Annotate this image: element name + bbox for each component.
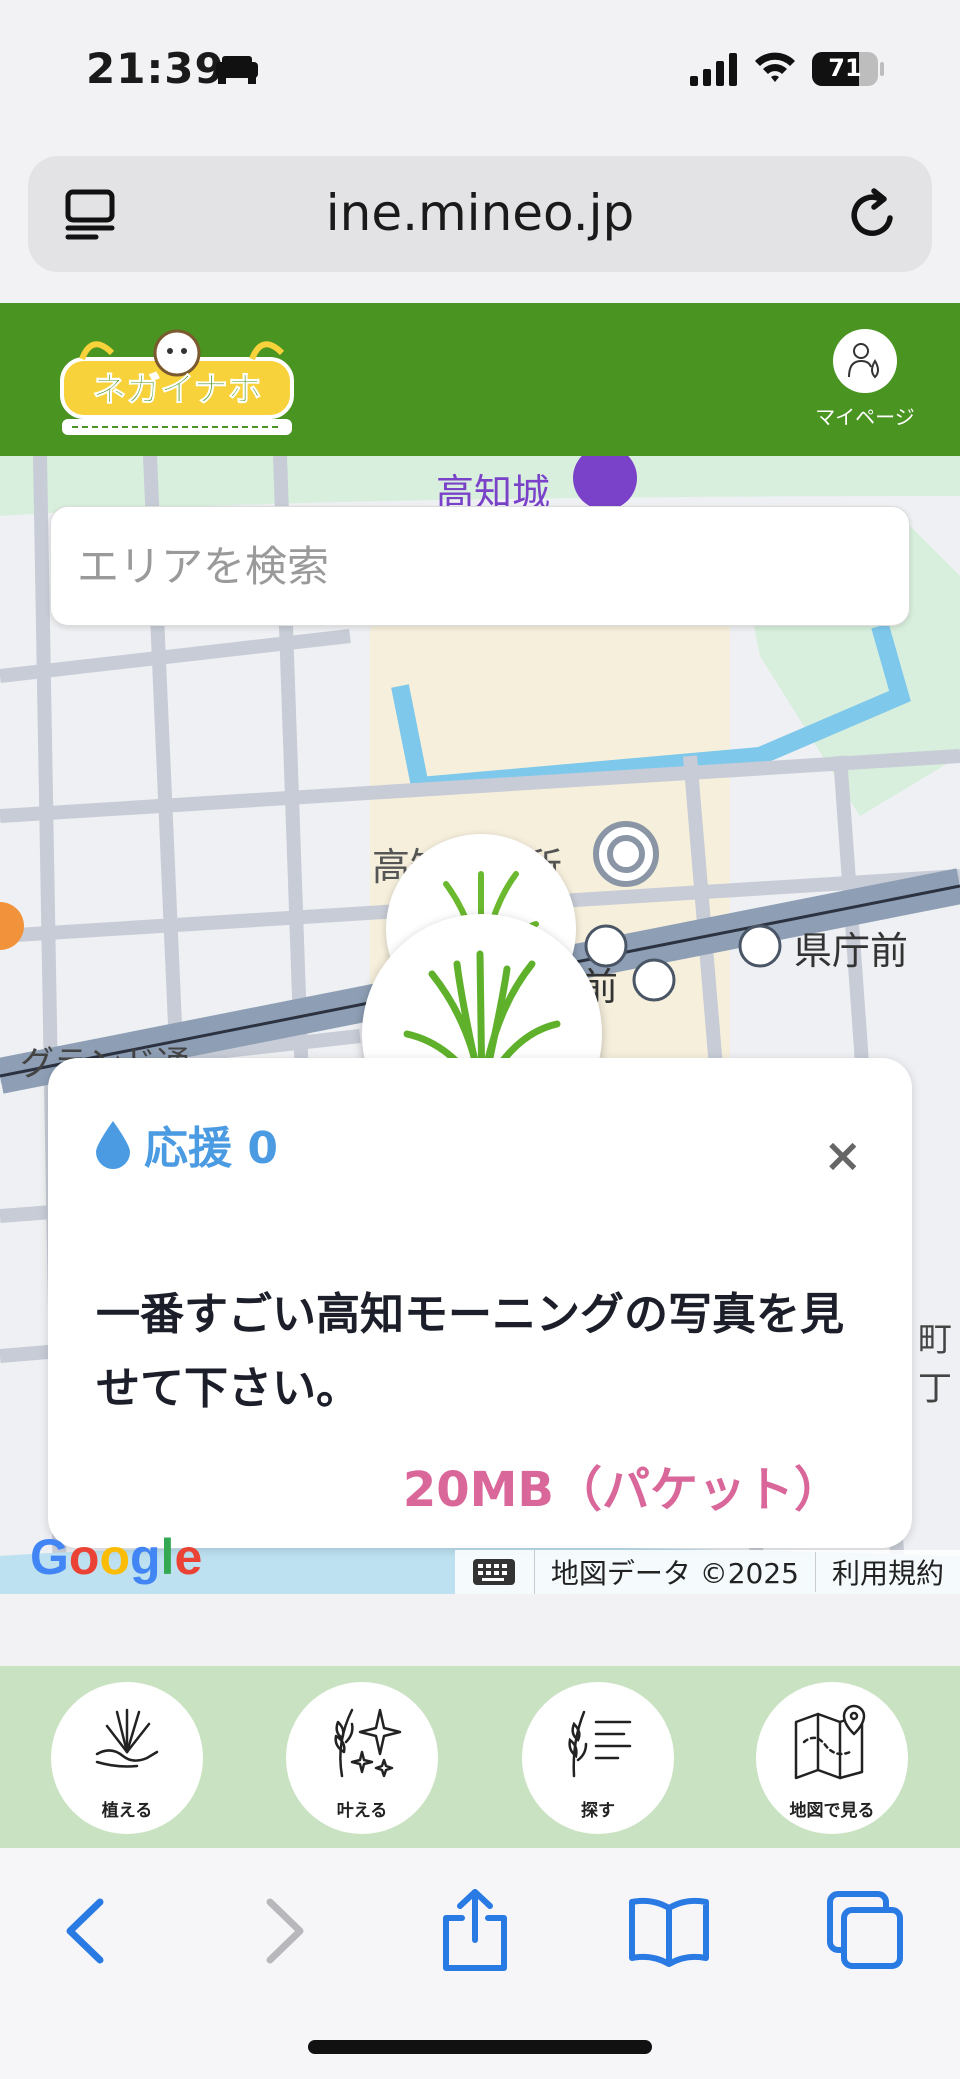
home-indicator — [308, 2040, 652, 2054]
support-count[interactable]: 応援 0 — [94, 1112, 278, 1176]
cellular-signal-icon — [690, 53, 737, 86]
map-data-label[interactable]: 地図データ ©2025 — [535, 1552, 816, 1592]
status-time: 21:39 — [86, 44, 225, 93]
wifi-icon — [755, 52, 795, 82]
area-search-input[interactable] — [51, 507, 909, 625]
negainaho-logo[interactable]: ネガイナホ — [52, 323, 302, 441]
user-drop-icon — [848, 343, 879, 379]
search-list-icon — [568, 1710, 632, 1778]
sparkle-wheat-icon — [334, 1708, 402, 1778]
tab-plant-label: 植える — [101, 1801, 153, 1821]
poi-right-edge: 町丁 — [918, 1320, 952, 1409]
wish-popup: 応援 0 × 一番すごい高知モーニングの写真を見せて下さい。 20MB（パケット… — [48, 1058, 912, 1548]
reward-amount: 20MB（パケット） — [402, 1462, 842, 1518]
close-button[interactable]: × — [823, 1128, 862, 1182]
google-logo: Google — [30, 1529, 203, 1585]
app-header: ネガイナホ マイページ — [0, 303, 960, 456]
plant-hand-icon — [95, 1708, 159, 1768]
reload-icon[interactable] — [844, 186, 902, 244]
tab-grant[interactable]: 叶える — [286, 1682, 438, 1834]
tab-map[interactable]: 地図で見る — [756, 1682, 908, 1834]
back-icon[interactable] — [44, 1888, 130, 1974]
app-tab-bar: 植える 叶える 探す 地図で見る — [0, 1666, 960, 1848]
forward-icon[interactable] — [240, 1888, 326, 1974]
keyboard-shortcuts-icon[interactable] — [455, 1550, 535, 1594]
tab-spacer — [0, 1594, 960, 1666]
mypage-label: マイページ — [815, 405, 915, 429]
status-bar: 21:39 71 — [0, 0, 960, 140]
tab-search[interactable]: 探す — [522, 1682, 674, 1834]
mypage-button[interactable]: マイページ — [810, 329, 920, 430]
url-text[interactable]: ine.mineo.jp — [28, 184, 932, 242]
bookmarks-icon[interactable] — [626, 1888, 712, 1974]
map-attribution: 地図データ ©2025 利用規約 — [454, 1550, 960, 1594]
tab-plant[interactable]: 植える — [51, 1682, 203, 1834]
poi-prefecture-office: 県庁前 — [794, 929, 909, 973]
address-bar[interactable]: ine.mineo.jp — [28, 156, 932, 272]
tab-grant-label: 叶える — [336, 1801, 388, 1821]
map-view[interactable]: 高知城 高知県庁所 県庁前 前 グランド通 町丁 応援 0 × 一番すごい高知モ… — [0, 456, 960, 1594]
battery-icon: 71 — [812, 52, 878, 86]
tab-search-label: 探す — [581, 1801, 615, 1821]
area-search-box[interactable] — [50, 506, 910, 626]
terms-link[interactable]: 利用規約 — [816, 1552, 960, 1592]
water-drop-icon — [96, 1121, 130, 1169]
logo-text: ネガイナホ — [92, 370, 261, 410]
tabs-icon[interactable] — [822, 1888, 908, 1974]
support-label: 応援 0 — [144, 1123, 278, 1174]
wish-message: 一番すごい高知モーニングの写真を見せて下さい。 — [96, 1289, 844, 1414]
car-icon — [216, 56, 258, 84]
tab-map-label: 地図で見る — [789, 1801, 875, 1821]
map-pin-icon — [794, 1704, 866, 1780]
share-icon[interactable] — [432, 1888, 518, 1974]
